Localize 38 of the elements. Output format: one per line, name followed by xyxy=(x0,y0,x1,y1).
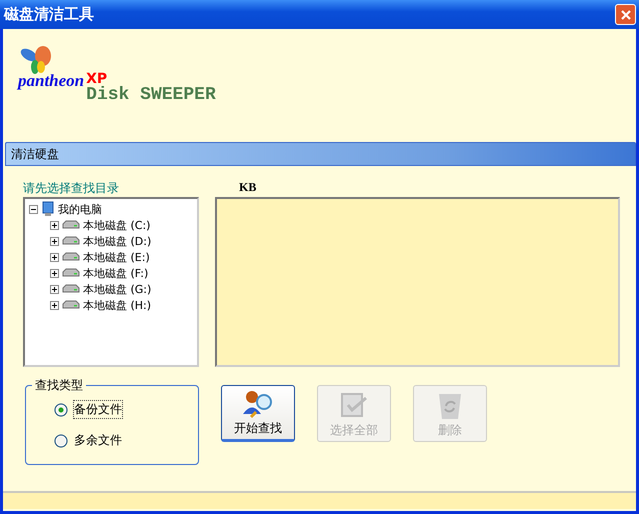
close-button[interactable] xyxy=(615,4,636,25)
close-icon xyxy=(620,8,632,20)
column-header: KB xyxy=(239,180,256,194)
expander-icon[interactable] xyxy=(50,300,59,310)
product-name: Disk SWEEPER xyxy=(86,85,216,105)
butterfly-icon xyxy=(19,45,53,75)
expander-icon[interactable] xyxy=(50,268,59,278)
drive-icon xyxy=(62,252,80,262)
person-magnifier-icon xyxy=(241,388,275,420)
expander-icon[interactable] xyxy=(50,284,59,294)
tree-item[interactable]: 本地磁盘 (F:) xyxy=(83,266,148,280)
brand-logo-text: pantheon xyxy=(18,71,84,91)
toolbar-button[interactable]: 开始查找 xyxy=(221,385,295,442)
tree-item[interactable]: 本地磁盘 (C:) xyxy=(83,218,150,232)
radio-label[interactable]: 多余文件 xyxy=(73,431,123,450)
drive-icon xyxy=(62,300,80,310)
expander-icon[interactable] xyxy=(50,252,59,262)
drive-icon xyxy=(62,236,80,246)
tree-item[interactable]: 本地磁盘 (G:) xyxy=(83,282,152,296)
tree-label: 请先选择查找目录 xyxy=(23,180,120,197)
radio-label[interactable]: 备份文件 xyxy=(73,400,123,419)
expander-icon[interactable] xyxy=(50,220,59,230)
group-title: 查找类型 xyxy=(34,377,84,394)
radio-button[interactable] xyxy=(54,434,68,448)
tree-item[interactable]: 本地磁盘 (H:) xyxy=(83,298,152,312)
expander-icon[interactable] xyxy=(29,204,38,214)
tree-item[interactable]: 本地磁盘 (E:) xyxy=(83,250,150,264)
drive-icon xyxy=(62,268,80,278)
drive-icon xyxy=(62,220,80,230)
tree-item[interactable]: 我的电脑 xyxy=(58,202,102,216)
computer-icon xyxy=(41,201,55,217)
edition-text: XP xyxy=(86,71,108,87)
radio-button[interactable] xyxy=(54,402,68,416)
expander-icon[interactable] xyxy=(50,236,59,246)
section-title: 清洁硬盘 xyxy=(11,146,59,162)
window-title: 磁盘清洁工具 xyxy=(4,5,94,24)
tree-item[interactable]: 本地磁盘 (D:) xyxy=(83,234,152,248)
drive-icon xyxy=(62,284,80,294)
